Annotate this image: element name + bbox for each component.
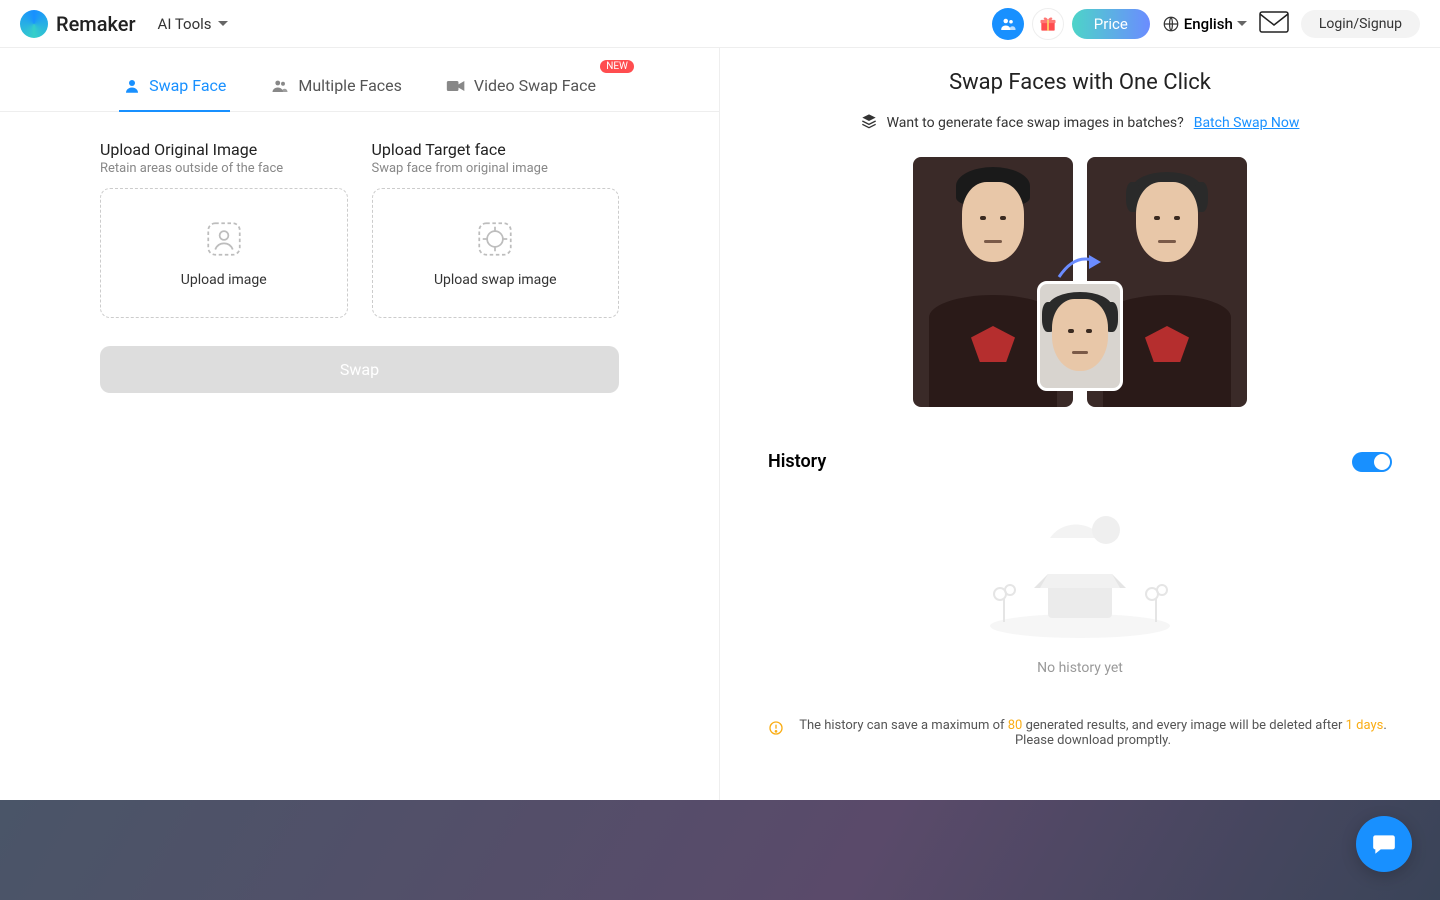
swap-button[interactable]: Swap — [100, 346, 619, 393]
upload-original-section: Upload Original Image Retain areas outsi… — [100, 140, 348, 318]
new-badge: NEW — [600, 60, 634, 73]
upload-target-subtitle: Swap face from original image — [372, 161, 620, 176]
right-panel: Swap Faces with One Click Want to genera… — [720, 48, 1440, 800]
note-text-1: The history can save a maximum of — [799, 718, 1008, 733]
arrow-right-icon — [1055, 247, 1105, 287]
person-icon — [123, 77, 141, 95]
note-max-count: 80 — [1008, 718, 1023, 733]
demo-image-group — [768, 157, 1392, 407]
camera-face-icon — [203, 218, 245, 260]
footer-gradient — [0, 800, 1440, 900]
video-icon — [446, 78, 466, 94]
header: Remaker AI Tools Price English Login/Sig… — [0, 0, 1440, 48]
page-heading: Swap Faces with One Click — [768, 70, 1392, 95]
people-icon — [270, 77, 290, 95]
history-empty-text: No history yet — [1037, 660, 1123, 676]
empty-box-icon — [970, 502, 1190, 642]
gift-icon[interactable] — [1032, 8, 1064, 40]
language-selector[interactable]: English — [1162, 15, 1247, 33]
tab-label: Multiple Faces — [298, 76, 402, 95]
community-icon[interactable] — [992, 8, 1024, 40]
upload-target-title: Upload Target face — [372, 140, 620, 159]
upload-target-section: Upload Target face Swap face from origin… — [372, 140, 620, 318]
upload-target-cta: Upload swap image — [434, 272, 557, 288]
chevron-down-icon — [1237, 21, 1247, 26]
brand-name: Remaker — [56, 12, 136, 36]
tabs: Swap Face Multiple Faces Video Swap Face… — [0, 48, 719, 112]
tab-swap-face[interactable]: Swap Face — [111, 66, 238, 111]
globe-icon — [1162, 15, 1180, 33]
demo-target-face-inset — [1037, 281, 1123, 391]
history-note: The history can save a maximum of 80 gen… — [768, 718, 1392, 748]
language-label: English — [1184, 15, 1233, 33]
login-button[interactable]: Login/Signup — [1301, 10, 1420, 38]
tab-label: Swap Face — [149, 76, 226, 95]
tab-video-swap-face[interactable]: Video Swap Face NEW — [434, 66, 608, 111]
chat-fab[interactable] — [1356, 816, 1412, 872]
tab-label: Video Swap Face — [474, 76, 596, 95]
note-days: 1 days — [1346, 718, 1384, 733]
note-text-2: generated results, and every image will … — [1022, 718, 1345, 733]
history-empty-state: No history yet — [768, 502, 1392, 676]
batch-prompt: Want to generate face swap images in bat… — [887, 115, 1184, 131]
left-panel: Swap Face Multiple Faces Video Swap Face… — [0, 48, 720, 800]
logo-icon — [20, 10, 48, 38]
mail-icon[interactable] — [1259, 11, 1289, 37]
upload-target-dropzone[interactable]: Upload swap image — [372, 188, 620, 318]
history-title: History — [768, 451, 826, 472]
face-target-icon — [474, 218, 516, 260]
history-toggle[interactable] — [1352, 452, 1392, 472]
tab-multiple-faces[interactable]: Multiple Faces — [258, 66, 414, 111]
price-button[interactable]: Price — [1072, 9, 1150, 39]
chat-icon — [1371, 831, 1397, 857]
chevron-down-icon — [218, 21, 228, 26]
layers-icon — [861, 113, 877, 133]
batch-swap-link[interactable]: Batch Swap Now — [1194, 115, 1300, 131]
ai-tools-label: AI Tools — [158, 15, 212, 33]
ai-tools-dropdown[interactable]: AI Tools — [158, 15, 228, 33]
upload-original-title: Upload Original Image — [100, 140, 348, 159]
upload-original-subtitle: Retain areas outside of the face — [100, 161, 348, 176]
upload-original-cta: Upload image — [181, 272, 267, 288]
logo[interactable]: Remaker — [20, 10, 136, 38]
upload-original-dropzone[interactable]: Upload image — [100, 188, 348, 318]
warning-icon — [768, 720, 784, 740]
